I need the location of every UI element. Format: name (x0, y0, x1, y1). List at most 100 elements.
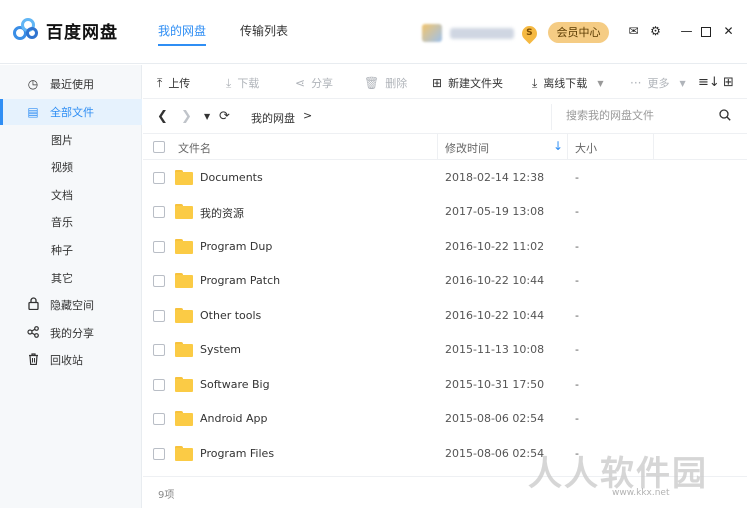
file-name[interactable]: Android App (200, 412, 268, 425)
modified-time: 2017-05-19 13:08 (445, 205, 545, 218)
share-button[interactable]: ⋖ 分享 (295, 75, 333, 91)
share-icon: ⋖ (295, 76, 306, 90)
new-folder-button[interactable]: ⊞ 新建文件夹 (432, 75, 503, 91)
watermark-url: www.kkx.net (612, 488, 670, 498)
file-size: - (575, 240, 579, 253)
row-checkbox[interactable] (153, 241, 165, 253)
file-name[interactable]: Program Patch (200, 274, 280, 287)
sidebar-item-my-shares[interactable]: 我的分享 (0, 320, 142, 346)
file-name[interactable]: 我的资源 (200, 205, 244, 221)
table-row[interactable]: Documents 2018-02-14 12:38 - (143, 161, 747, 195)
tab-my-drive[interactable]: 我的网盘 (158, 22, 207, 46)
sidebar-item-documents[interactable]: 文档 (0, 182, 142, 208)
vip-center-button[interactable]: 会员中心 (548, 22, 609, 43)
sidebar-item-hidden-space[interactable]: 隐藏空间 (0, 292, 142, 318)
delete-button[interactable]: 🗑 删除 (364, 75, 407, 91)
column-divider[interactable] (437, 134, 438, 160)
username-blurred (450, 27, 514, 39)
more-button[interactable]: ··· 更多 ▼ (630, 75, 686, 91)
app-name: 百度网盘 (46, 22, 118, 43)
column-header-size[interactable]: 大小 (575, 140, 597, 156)
search-input[interactable] (566, 109, 706, 122)
offline-download-button[interactable]: ⤓ 离线下载 ▼ (532, 75, 603, 91)
search-icon[interactable] (719, 109, 731, 124)
file-name[interactable]: Other tools (200, 309, 261, 322)
folder-icon (175, 411, 193, 426)
forward-arrow-icon[interactable]: ❯ (181, 109, 192, 124)
settings-gear-icon[interactable]: ⚙ (649, 25, 662, 38)
column-divider[interactable] (567, 134, 568, 160)
column-divider[interactable] (653, 134, 654, 160)
maximize-icon[interactable] (701, 27, 711, 37)
refresh-icon[interactable]: ⟳ (219, 109, 230, 124)
folder-icon (175, 273, 193, 288)
chevron-down-icon: ▼ (679, 78, 686, 88)
path-bar: ❮ ❯ ▼ ⟳ 我的网盘 > (143, 100, 747, 134)
sidebar-item-label: 回收站 (50, 354, 83, 367)
grid-view-icon[interactable]: ⊞ (723, 75, 734, 90)
file-name[interactable]: System (200, 343, 241, 356)
column-header-name[interactable]: 文件名 (178, 140, 211, 156)
table-row[interactable]: Other tools 2016-10-22 10:44 - (143, 299, 747, 333)
sidebar-item-torrents[interactable]: 种子 (0, 237, 142, 263)
search-box (551, 104, 731, 130)
row-checkbox[interactable] (153, 310, 165, 322)
file-name[interactable]: Software Big (200, 378, 270, 391)
lock-icon (26, 297, 40, 313)
file-size: - (575, 378, 579, 391)
breadcrumb-my-drive[interactable]: 我的网盘 (251, 110, 295, 126)
avatar[interactable] (422, 24, 442, 42)
file-size: - (575, 274, 579, 287)
table-row[interactable]: System 2015-11-13 10:08 - (143, 333, 747, 367)
history-dropdown-icon[interactable]: ▼ (204, 112, 210, 121)
modified-time: 2015-08-06 02:54 (445, 412, 545, 425)
sidebar-item-label: 最近使用 (50, 78, 94, 91)
app-logo: 百度网盘 (12, 17, 118, 43)
row-checkbox[interactable] (153, 344, 165, 356)
upload-button[interactable]: ⤒ 上传 (157, 75, 190, 91)
sidebar-item-recycle-bin[interactable]: 回收站 (0, 347, 142, 373)
table-row[interactable]: Program Patch 2016-10-22 10:44 - (143, 264, 747, 298)
row-checkbox[interactable] (153, 379, 165, 391)
select-all-checkbox[interactable] (153, 141, 165, 153)
coin-badge-icon[interactable]: S (518, 22, 541, 44)
table-row[interactable]: Android App 2015-08-06 02:54 - (143, 402, 747, 436)
row-checkbox[interactable] (153, 206, 165, 218)
sidebar-item-music[interactable]: 音乐 (0, 209, 142, 235)
file-name[interactable]: Program Dup (200, 240, 272, 253)
close-icon[interactable]: ✕ (722, 25, 735, 38)
file-name[interactable]: Program Files (200, 447, 274, 460)
table-row[interactable]: Software Big 2015-10-31 17:50 - (143, 368, 747, 402)
download-icon: ⤓ (226, 75, 232, 90)
sidebar-item-images[interactable]: 图片 (0, 127, 142, 153)
download-button[interactable]: ⤓ 下载 (226, 75, 259, 91)
file-name[interactable]: Documents (200, 171, 263, 184)
table-row[interactable]: Program Dup 2016-10-22 11:02 - (143, 230, 747, 264)
minimize-icon[interactable]: — (680, 25, 693, 38)
download-icon: ⤓ (532, 75, 538, 90)
sidebar-item-label: 我的分享 (50, 327, 94, 340)
user-info[interactable]: S (422, 22, 541, 44)
tab-transfer-list[interactable]: 传输列表 (240, 22, 288, 46)
file-size: - (575, 205, 579, 218)
row-checkbox[interactable] (153, 413, 165, 425)
title-bar: 百度网盘 我的网盘 传输列表 S 会员中心 ✉ ⚙ — ✕ (0, 0, 747, 64)
sort-list-icon[interactable]: ≡↓ (698, 75, 720, 90)
folder-icon (175, 239, 193, 254)
sidebar-item-other[interactable]: 其它 (0, 265, 142, 291)
modified-time: 2015-11-13 10:08 (445, 343, 545, 356)
sort-desc-arrow-icon[interactable]: ↓ (553, 139, 563, 153)
sidebar-item-recent[interactable]: ◷ 最近使用 (0, 71, 142, 97)
folder-icon (175, 342, 193, 357)
back-arrow-icon[interactable]: ❮ (157, 109, 168, 124)
column-header-mtime[interactable]: 修改时间 (445, 140, 489, 156)
file-size: - (575, 412, 579, 425)
sidebar-item-videos[interactable]: 视频 (0, 154, 142, 180)
sidebar-item-all-files[interactable]: ▤ 全部文件 (0, 99, 142, 125)
row-checkbox[interactable] (153, 275, 165, 287)
row-checkbox[interactable] (153, 172, 165, 184)
modified-time: 2016-10-22 11:02 (445, 240, 545, 253)
mail-icon[interactable]: ✉ (627, 25, 640, 38)
row-checkbox[interactable] (153, 448, 165, 460)
table-row[interactable]: 我的资源 2017-05-19 13:08 - (143, 195, 747, 229)
